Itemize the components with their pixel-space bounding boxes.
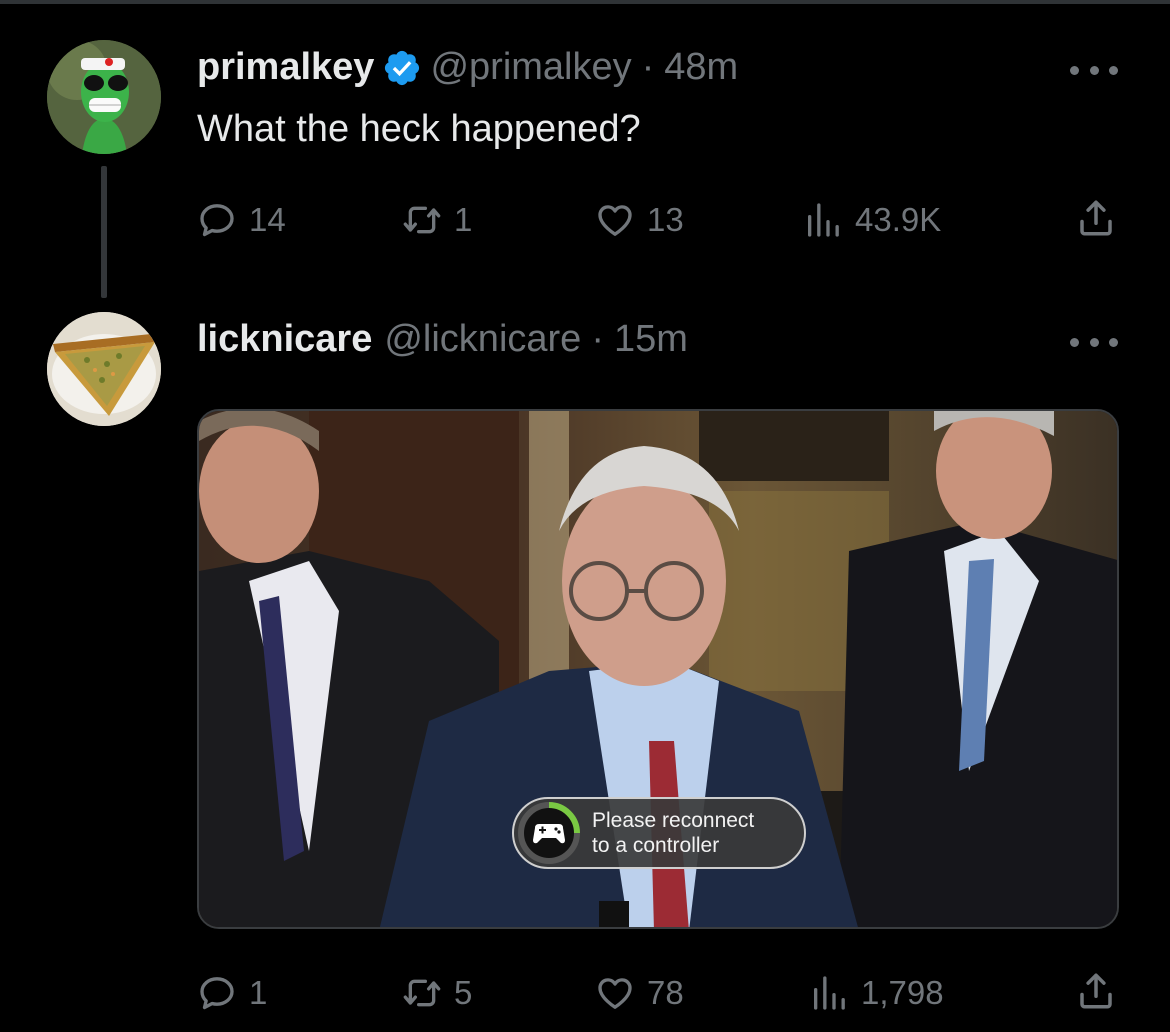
author-handle[interactable]: @licknicare [384, 318, 581, 361]
views-count: 43.9K [855, 201, 942, 238]
reply-icon [200, 204, 234, 237]
like-count: 78 [647, 974, 684, 1011]
avatar-primalkey[interactable] [47, 40, 161, 154]
repost-button[interactable]: 5 [402, 968, 472, 1018]
verified-badge-icon[interactable] [382, 48, 422, 88]
like-icon [598, 978, 632, 1009]
repost-count: 1 [454, 201, 473, 238]
tweet-media-video[interactable]: Please reconnect to a controller [197, 409, 1119, 929]
author-handle[interactable]: @primalkey [430, 46, 631, 89]
share-icon [1080, 200, 1112, 236]
controller-icon [518, 802, 580, 864]
views-icon [814, 976, 845, 1010]
like-icon [598, 205, 632, 236]
reply-count: 14 [249, 201, 286, 238]
more-icon[interactable] [1070, 60, 1118, 80]
reply-button[interactable]: 1 [197, 968, 267, 1018]
repost-count: 5 [454, 974, 473, 1011]
overlay-message: Please reconnect to a controller [592, 808, 754, 858]
overlay-line-2: to a controller [592, 834, 720, 857]
repost-button[interactable]: 1 [402, 195, 472, 245]
share-button[interactable] [1075, 197, 1117, 244]
share-button[interactable] [1075, 970, 1117, 1017]
more-icon[interactable] [1070, 332, 1118, 352]
separator-dot: · [591, 318, 604, 360]
views-button[interactable]: 1,798 [809, 968, 944, 1018]
like-button[interactable]: 13 [595, 195, 684, 245]
repost-icon [403, 979, 441, 1007]
like-count: 13 [647, 201, 684, 238]
tweet1-header: primalkey @primalkey · 48m [197, 46, 738, 89]
tweet2-header: licknicare @licknicare · 15m [197, 318, 688, 361]
timestamp[interactable]: 48m [664, 46, 738, 89]
tweet-text: What the heck happened? [197, 108, 641, 150]
views-count: 1,798 [861, 974, 944, 1011]
avatar-licknicare[interactable] [47, 312, 161, 426]
like-button[interactable]: 78 [595, 968, 684, 1018]
views-button[interactable]: 43.9K [803, 195, 941, 245]
views-icon [808, 203, 839, 237]
reply-count: 1 [249, 974, 268, 1011]
tweet2-actions: 1 5 78 1,798 [197, 968, 1117, 1018]
tweet1-actions: 14 1 13 43.9K [197, 195, 1117, 245]
controller-disconnected-overlay: Please reconnect to a controller [512, 797, 806, 869]
reply-icon [200, 977, 234, 1010]
timestamp[interactable]: 15m [614, 318, 688, 361]
separator-dot: · [641, 46, 655, 88]
repost-icon [403, 206, 441, 234]
reply-button[interactable]: 14 [197, 195, 286, 245]
share-icon [1080, 973, 1112, 1009]
author-name[interactable]: primalkey [197, 46, 374, 89]
top-divider [0, 0, 1170, 4]
overlay-line-1: Please reconnect [592, 809, 755, 832]
thread-connector-line [101, 166, 107, 298]
author-name[interactable]: licknicare [197, 318, 372, 361]
